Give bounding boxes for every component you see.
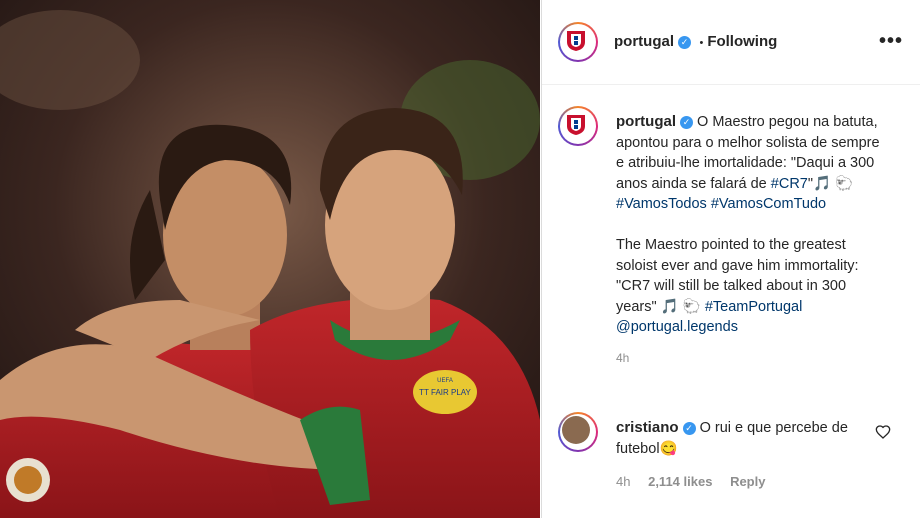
post-image[interactable]: TT FAIR PLAY UEFA bbox=[0, 0, 540, 518]
fair-play-patch-text: TT FAIR PLAY bbox=[419, 388, 471, 397]
hashtag-vamoscomtudo[interactable]: #VamosComTudo bbox=[711, 196, 826, 212]
fair-play-patch-top: UEFA bbox=[437, 378, 453, 384]
hashtag-cr7[interactable]: #CR7 bbox=[771, 176, 808, 192]
comment-username[interactable]: cristiano bbox=[616, 419, 679, 436]
mention-portugal-legends[interactable]: @portugal.legends bbox=[616, 319, 738, 335]
caption-time[interactable]: 4h bbox=[616, 351, 629, 365]
portugal-crest-icon bbox=[567, 31, 585, 51]
following-button[interactable]: Following bbox=[707, 33, 777, 50]
post-header: portugal ✓ • Following ••• bbox=[542, 0, 920, 85]
hashtag-vamostodos[interactable]: #VamosTodos bbox=[616, 196, 707, 212]
header-user: portugal ✓ • Following bbox=[614, 33, 777, 51]
verified-icon: ✓ bbox=[682, 422, 696, 435]
more-options-icon[interactable]: ••• bbox=[879, 30, 903, 53]
verified-icon: ✓ bbox=[680, 116, 693, 129]
portugal-crest-icon bbox=[567, 115, 585, 135]
like-comment-icon[interactable] bbox=[875, 424, 891, 440]
header-username[interactable]: portugal bbox=[614, 33, 674, 50]
post-caption: portugal ✓ O Maestro pegou na batuta, apo… bbox=[616, 112, 886, 369]
comment: cristiano ✓ O rui e que percebe de futebo… bbox=[616, 417, 866, 460]
comment-likes[interactable]: 2,114 likes bbox=[648, 474, 712, 489]
reply-button[interactable]: Reply bbox=[730, 474, 765, 489]
avatar[interactable] bbox=[558, 22, 598, 62]
players-photo: TT FAIR PLAY UEFA bbox=[0, 0, 540, 518]
comment-time[interactable]: 4h bbox=[616, 474, 630, 489]
post-details-panel: portugal ✓ • Following ••• portugal ✓ O Mae… bbox=[541, 0, 920, 518]
caption-pt-close: "🎵 🐑 bbox=[807, 175, 854, 192]
comment-meta: 4h 2,114 likes Reply bbox=[616, 474, 779, 489]
verified-icon: ✓ bbox=[678, 36, 691, 49]
separator-dot: • bbox=[699, 37, 704, 49]
caption-avatar[interactable] bbox=[558, 106, 598, 146]
caption-username[interactable]: portugal bbox=[616, 113, 676, 130]
comment-avatar[interactable] bbox=[558, 412, 598, 452]
hashtag-teamportugal[interactable]: #TeamPortugal bbox=[705, 299, 803, 315]
